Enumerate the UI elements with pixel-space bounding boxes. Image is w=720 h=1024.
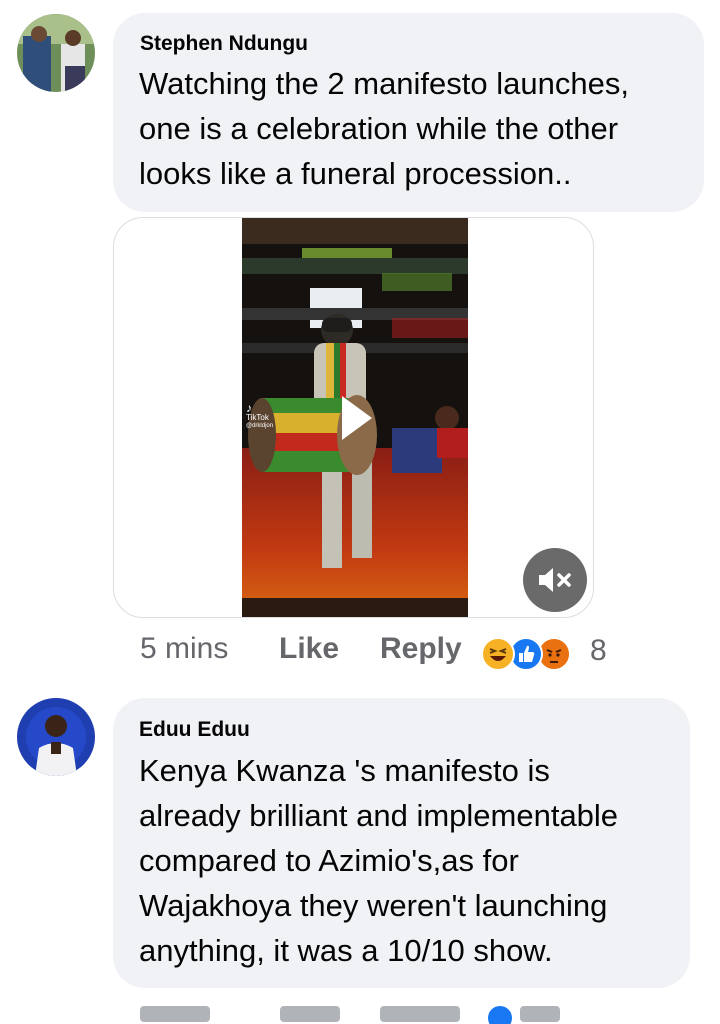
tiktok-logo-icon: ♪ <box>246 401 252 415</box>
comment-author[interactable]: Stephen Ndungu <box>140 32 308 56</box>
avatar-photo <box>17 14 95 92</box>
tiktok-watermark: ♪ TikTok @drkldjon <box>246 401 274 431</box>
tiktok-handle: @drkldjon <box>246 423 274 429</box>
comment-text: Kenya Kwanza 's manifesto is already bri… <box>139 753 619 968</box>
comment-author[interactable]: Eduu Eduu <box>139 718 250 742</box>
mute-button[interactable] <box>523 548 587 612</box>
next-actions-row-clipped <box>0 1000 720 1024</box>
comment-timestamp[interactable]: 5 mins <box>140 632 228 666</box>
reply-button[interactable]: Reply <box>380 632 462 666</box>
tiktok-label: TikTok <box>246 413 269 422</box>
reaction-summary[interactable] <box>481 637 585 671</box>
comment-text: Watching the 2 manifesto launches, one i… <box>139 66 629 191</box>
video-attachment[interactable]: ♪ TikTok @drkldjon <box>113 217 594 618</box>
video-thumbnail[interactable]: ♪ TikTok @drkldjon <box>242 218 468 617</box>
like-button[interactable]: Like <box>279 632 339 666</box>
speaker-muted-icon <box>539 568 571 592</box>
reaction-count[interactable]: 8 <box>590 634 607 668</box>
haha-icon <box>481 637 515 671</box>
avatar-photo <box>17 698 95 776</box>
avatar-stephen-ndungu[interactable] <box>17 14 95 92</box>
avatar-eduu-eduu[interactable] <box>17 698 95 776</box>
play-icon[interactable] <box>334 390 378 446</box>
